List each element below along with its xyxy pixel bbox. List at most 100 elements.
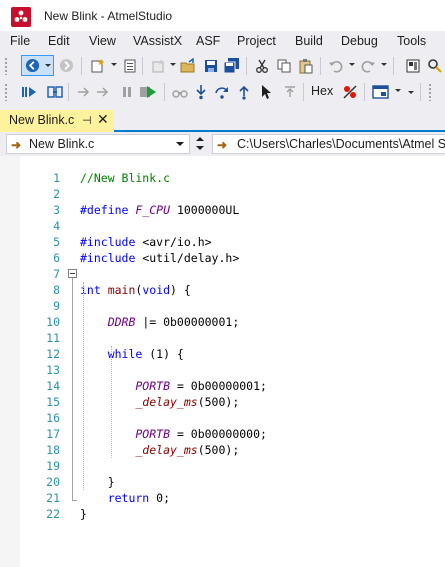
- redo-dropdown-icon[interactable]: [381, 63, 387, 66]
- new-project-button[interactable]: [88, 56, 107, 75]
- code-line[interactable]: 20 }: [0, 474, 445, 490]
- add-item-dropdown-icon[interactable]: [170, 63, 176, 66]
- undo-dropdown-icon[interactable]: [349, 63, 355, 66]
- code-text[interactable]: }: [80, 506, 87, 522]
- code-line[interactable]: 19: [0, 458, 445, 474]
- cut-button[interactable]: [252, 56, 271, 75]
- code-line[interactable]: 8 int main(void) {: [0, 282, 445, 298]
- code-line[interactable]: 7: [0, 266, 445, 282]
- code-line[interactable]: 1 //New Blink.c: [0, 170, 445, 186]
- step-out-up-button[interactable]: [234, 82, 253, 101]
- save-button[interactable]: [201, 56, 220, 75]
- code-line[interactable]: 14 PORTB = 0b00000001;: [0, 378, 445, 394]
- code-line[interactable]: 17 PORTB = 0b00000000;: [0, 426, 445, 442]
- code-text[interactable]: int main(void) {: [80, 282, 191, 298]
- search-icon: [427, 58, 442, 73]
- menu-file[interactable]: File: [10, 34, 30, 48]
- code-text[interactable]: DDRB |= 0b00000001;: [80, 314, 240, 330]
- code-text[interactable]: while (1) {: [80, 346, 184, 362]
- toolbar-grip[interactable]: [4, 83, 8, 101]
- paste-button[interactable]: [296, 56, 315, 75]
- windows-dropdown-icon[interactable]: [395, 89, 401, 92]
- open-file-button[interactable]: [178, 56, 197, 75]
- code-text[interactable]: //New Blink.c: [80, 170, 170, 186]
- menu-project[interactable]: Project: [237, 34, 276, 48]
- step-over-button[interactable]: [212, 82, 231, 101]
- menu-debug[interactable]: Debug: [341, 34, 378, 48]
- indent-guide: [83, 282, 84, 490]
- code-line[interactable]: 6 #include <util/delay.h>: [0, 250, 445, 266]
- code-line[interactable]: 16: [0, 410, 445, 426]
- code-text[interactable]: return 0;: [80, 490, 170, 506]
- code-line[interactable]: 11: [0, 330, 445, 346]
- nav-spinner[interactable]: [194, 134, 208, 154]
- code-line[interactable]: 15 _delay_ms(500);: [0, 394, 445, 410]
- new-file-button[interactable]: [120, 56, 139, 75]
- code-token: (1) {: [142, 347, 184, 361]
- code-text[interactable]: #include <avr/io.h>: [80, 234, 212, 250]
- navigate-forward-button[interactable]: [57, 56, 76, 75]
- code-text[interactable]: #define F_CPU 1000000UL: [80, 202, 239, 218]
- code-line[interactable]: 18 _delay_ms(500);: [0, 442, 445, 458]
- code-line[interactable]: 22}: [0, 506, 445, 522]
- attach-debugger-button[interactable]: [45, 82, 64, 101]
- code-text[interactable]: PORTB = 0b00000001;: [80, 378, 267, 394]
- start-without-debugging-button[interactable]: [20, 82, 39, 101]
- windows-button[interactable]: [371, 82, 390, 101]
- navigate-back-button[interactable]: [21, 55, 54, 76]
- code-line[interactable]: 3 #define F_CPU 1000000UL: [0, 202, 445, 218]
- code-line[interactable]: 13: [0, 362, 445, 378]
- toolbar-overflow-icon[interactable]: [408, 91, 414, 94]
- code-line[interactable]: 5 #include <avr/io.h>: [0, 234, 445, 250]
- device-programming-button[interactable]: [403, 56, 422, 75]
- menu-edit[interactable]: Edit: [48, 34, 70, 48]
- menu-asf[interactable]: ASF: [196, 34, 220, 48]
- code-line[interactable]: 2: [0, 186, 445, 202]
- code-line[interactable]: 21 return 0;: [0, 490, 445, 506]
- pause-button[interactable]: [117, 82, 136, 101]
- code-line[interactable]: 4: [0, 218, 445, 234]
- code-text[interactable]: #include <util/delay.h>: [80, 250, 239, 266]
- line-number: 15: [46, 395, 60, 409]
- disable-breakpoints-button[interactable]: [340, 82, 359, 101]
- copy-button[interactable]: [274, 56, 293, 75]
- step-into-button[interactable]: [191, 82, 210, 101]
- code-editor[interactable]: 1 //New Blink.c 2 3 #define F_CPU 1000000UL 4…: [0, 156, 445, 567]
- code-line[interactable]: 9: [0, 298, 445, 314]
- menu-view[interactable]: View: [89, 34, 116, 48]
- spin-up-icon[interactable]: [196, 137, 204, 141]
- code-text[interactable]: }: [80, 474, 115, 490]
- undo-button[interactable]: [326, 56, 345, 75]
- add-item-button[interactable]: [148, 56, 167, 75]
- save-all-button[interactable]: [222, 56, 241, 75]
- menu-build[interactable]: Build: [295, 34, 323, 48]
- spin-down-icon[interactable]: [196, 146, 204, 150]
- code-line[interactable]: 10 DDRB |= 0b00000001;: [0, 314, 445, 330]
- redo-button[interactable]: [358, 56, 377, 75]
- run-to-cursor-button[interactable]: [256, 82, 275, 101]
- code-text[interactable]: _delay_ms(500);: [80, 442, 239, 458]
- continue-button[interactable]: [93, 82, 112, 101]
- find-button[interactable]: [425, 56, 444, 75]
- file-scope-dropdown[interactable]: ➜ New Blink.c: [6, 134, 190, 154]
- pin-tab-icon[interactable]: ⊣: [82, 114, 92, 127]
- menu-tools[interactable]: Tools: [397, 34, 426, 48]
- code-token: _delay_ms: [80, 443, 198, 457]
- toolbar-grip[interactable]: [4, 57, 8, 75]
- collapse-toggle-icon[interactable]: [68, 269, 77, 278]
- close-tab-icon[interactable]: ✕: [97, 111, 109, 128]
- code-text[interactable]: PORTB = 0b00000000;: [80, 426, 267, 442]
- code-line[interactable]: 12 while (1) {: [0, 346, 445, 362]
- step-out-button[interactable]: [73, 82, 92, 101]
- disassembly-button[interactable]: [170, 82, 189, 101]
- code-text[interactable]: _delay_ms(500);: [80, 394, 239, 410]
- new-project-dropdown-icon[interactable]: [111, 63, 117, 66]
- toolbar-grip[interactable]: [428, 83, 432, 101]
- file-path-dropdown[interactable]: ➜ C:\Users\Charles\Documents\Atmel Stu: [212, 134, 445, 154]
- tab-new-blink-c[interactable]: New Blink.c ⊣ ✕: [0, 110, 114, 132]
- back-dropdown-icon[interactable]: [45, 64, 51, 67]
- play-button[interactable]: [141, 82, 160, 101]
- hex-display-toggle[interactable]: Hex: [311, 84, 333, 98]
- menu-vassistx[interactable]: VAssistX: [133, 34, 182, 48]
- reset-button[interactable]: [280, 82, 299, 101]
